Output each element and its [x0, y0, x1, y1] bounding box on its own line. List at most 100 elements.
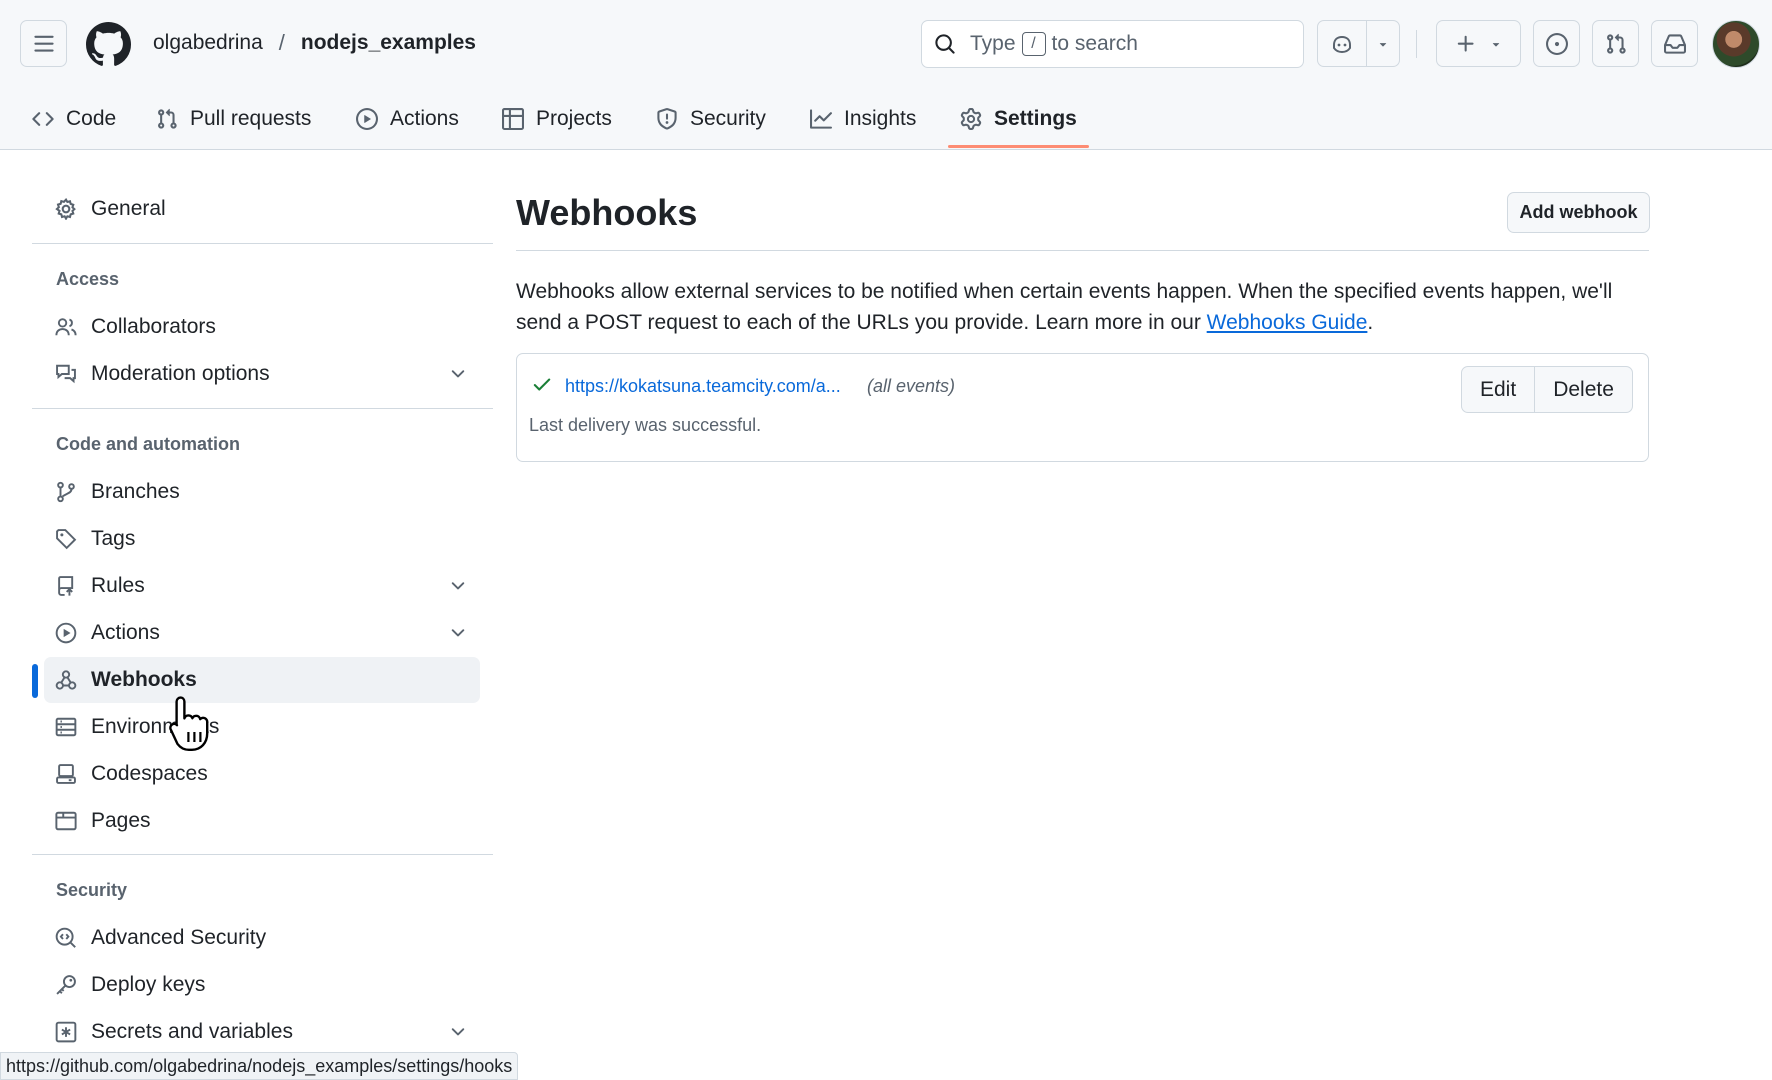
key-icon — [56, 975, 76, 995]
repo-push-icon — [58, 576, 74, 596]
sidebar-item-branches[interactable]: Branches — [44, 469, 480, 515]
sidebar-item-actions[interactable]: Actions — [44, 610, 480, 656]
chevron-down-icon — [451, 629, 465, 637]
sidebar-group-access: Access — [56, 269, 120, 289]
sidebar-divider — [32, 408, 493, 409]
chevron-down-icon — [451, 582, 465, 590]
sidebar-item-label: General — [91, 197, 166, 220]
edit-button[interactable]: Edit — [1462, 367, 1534, 412]
sidebar-item-tags[interactable]: Tags — [44, 516, 480, 562]
tab-projects[interactable]: Projects — [502, 88, 612, 150]
sidebar-item-label: Advanced Security — [91, 926, 267, 949]
sidebar-item-general[interactable]: General — [44, 186, 480, 232]
inbox-button[interactable] — [1651, 20, 1698, 67]
title-divider — [516, 250, 1649, 251]
search-prefix: Type — [970, 32, 1016, 55]
tag-icon — [56, 529, 77, 550]
breadcrumb-owner[interactable]: olgabedrina — [153, 31, 263, 55]
inbox-icon — [1663, 33, 1686, 54]
sidebar-item-webhooks[interactable]: Webhooks — [44, 657, 480, 703]
codespaces-icon — [56, 764, 76, 784]
tab-settings[interactable]: Settings — [960, 88, 1077, 150]
chevron-down-icon — [451, 1028, 465, 1036]
people-icon — [55, 318, 77, 336]
webhook-actions: Edit Delete — [1461, 366, 1633, 413]
github-logo-icon[interactable] — [86, 22, 131, 67]
sidebar-divider — [32, 854, 493, 855]
plus-icon — [1457, 35, 1474, 52]
tab-code[interactable]: Code — [32, 88, 116, 150]
play-icon — [55, 622, 77, 644]
webhooks-description: Webhooks allow external services to be n… — [516, 276, 1649, 338]
description-text: Webhooks allow external services to be n… — [516, 280, 1613, 334]
search-input[interactable]: Type / to search — [921, 20, 1304, 68]
repo-header: olgabedrina / nodejs_examples Type / to … — [0, 0, 1772, 150]
shield-icon — [657, 108, 677, 130]
repo-tabs: Code Pull requests Actions Projects Secu… — [0, 88, 1772, 150]
sidebar-divider — [32, 243, 493, 244]
tab-label: Pull requests — [190, 107, 312, 130]
sidebar-item-label: Deploy keys — [91, 973, 206, 996]
git-pull-request-icon — [1606, 33, 1626, 54]
pull-requests-button[interactable] — [1592, 20, 1639, 67]
webhooks-guide-link[interactable]: Webhooks Guide — [1207, 311, 1368, 334]
settings-sidebar: General Access Collaborators Moderation … — [32, 150, 493, 1080]
avatar[interactable] — [1712, 20, 1760, 68]
issues-button[interactable] — [1533, 20, 1580, 67]
page-title: Webhooks — [516, 192, 698, 233]
sidebar-item-advanced-security[interactable]: Advanced Security — [44, 915, 480, 961]
webhook-icon — [55, 670, 77, 690]
check-icon — [533, 378, 551, 391]
sidebar-item-deploy-keys[interactable]: Deploy keys — [44, 962, 480, 1008]
sidebar-item-label: Actions — [91, 621, 160, 644]
server-icon — [55, 717, 77, 737]
git-branch-icon — [57, 481, 75, 503]
selected-indicator — [32, 664, 38, 698]
code-icon — [32, 112, 54, 126]
delete-button[interactable]: Delete — [1534, 367, 1632, 412]
chevron-down-icon — [451, 370, 465, 378]
tab-pull-requests[interactable]: Pull requests — [156, 88, 311, 150]
sidebar-item-secrets[interactable]: Secrets and variables — [44, 1009, 480, 1055]
create-new-button[interactable] — [1436, 20, 1521, 67]
sidebar-group-security: Security — [56, 880, 128, 900]
top-bar: olgabedrina / nodejs_examples Type / to … — [0, 0, 1772, 88]
search-shortcut-key: / — [1021, 32, 1046, 56]
sidebar-group-code-automation: Code and automation — [56, 434, 240, 454]
codescan-icon — [55, 927, 76, 948]
sidebar-item-pages[interactable]: Pages — [44, 798, 480, 844]
sidebar-item-label: Webhooks — [91, 668, 197, 691]
breadcrumb-repo[interactable]: nodejs_examples — [301, 31, 476, 55]
search-icon — [935, 34, 955, 54]
copilot-dropdown-button[interactable] — [1366, 20, 1400, 67]
sidebar-item-moderation[interactable]: Moderation options — [44, 351, 480, 397]
git-pull-request-icon — [158, 108, 177, 129]
hamburger-icon — [33, 35, 54, 52]
sidebar-item-rules[interactable]: Rules — [44, 563, 480, 609]
tab-label: Code — [66, 107, 117, 130]
menu-button[interactable] — [20, 20, 67, 67]
breadcrumb: olgabedrina / nodejs_examples — [153, 30, 476, 56]
table-icon — [502, 108, 524, 130]
hand-pointer-cursor-icon — [169, 696, 209, 751]
sidebar-item-collaborators[interactable]: Collaborators — [44, 304, 480, 350]
search-suffix: to search — [1051, 32, 1138, 55]
tab-security[interactable]: Security — [656, 88, 766, 150]
sidebar-item-environments[interactable]: Environments — [44, 704, 480, 750]
tab-insights[interactable]: Insights — [810, 88, 916, 150]
sidebar-item-label: Codespaces — [91, 762, 208, 785]
active-tab-indicator — [948, 145, 1089, 148]
webhook-url-link[interactable]: https://kokatsuna.teamcity.com/a... — [565, 376, 841, 397]
add-webhook-button[interactable]: Add webhook — [1507, 192, 1650, 233]
tab-label: Security — [690, 107, 766, 130]
gear-icon — [55, 198, 76, 220]
play-icon — [356, 108, 378, 130]
sidebar-item-label: Secrets and variables — [91, 1020, 293, 1043]
sidebar-item-label: Moderation options — [91, 362, 270, 385]
copilot-button[interactable] — [1317, 20, 1367, 67]
description-end: . — [1367, 311, 1374, 334]
triangle-down-icon — [1492, 42, 1499, 47]
tab-actions[interactable]: Actions — [356, 88, 459, 150]
sidebar-item-codespaces[interactable]: Codespaces — [44, 751, 480, 797]
header-divider — [1416, 30, 1417, 58]
